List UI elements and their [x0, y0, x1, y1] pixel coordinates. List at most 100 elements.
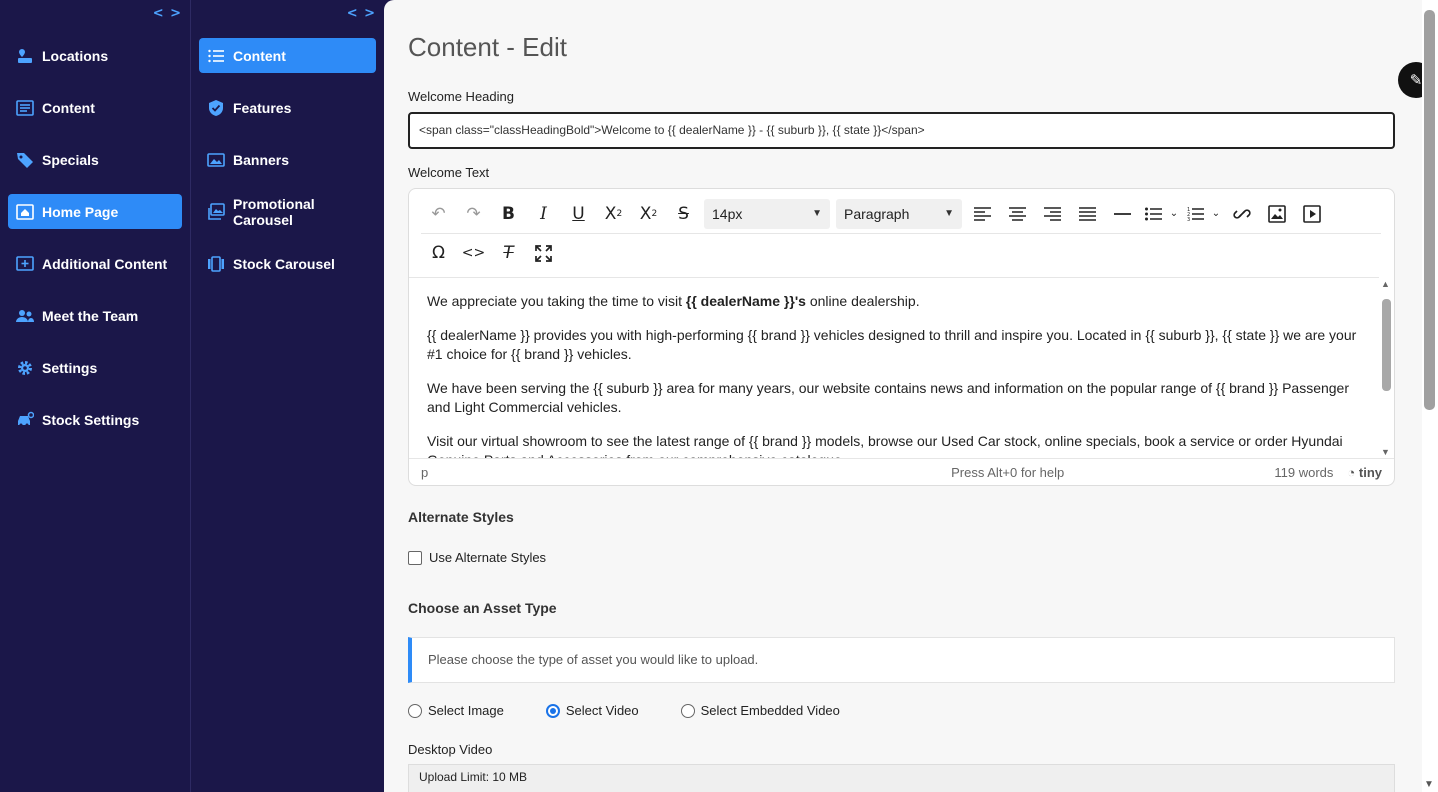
sidebar-item-label: Stock Settings — [42, 411, 140, 428]
editor-toolbar-row-1: ↶ ↷ B I U X2 X2 S 14px ▼ Paragraph ▼ ⌄ 1… — [409, 194, 1329, 233]
subnav-item-banners[interactable]: Banners — [199, 142, 376, 177]
insert-image-icon[interactable] — [1259, 197, 1294, 231]
car-settings-icon — [16, 411, 34, 429]
subnav-item-label: Banners — [233, 151, 290, 168]
sidebar-item-settings[interactable]: Settings — [8, 350, 182, 385]
word-count[interactable]: 119 words — [1274, 465, 1333, 480]
tiny-logo[interactable]: ◔ tiny — [1347, 465, 1382, 480]
desktop-video-label: Desktop Video — [408, 742, 493, 757]
asset-type-radio-group: Select Image Select Video Select Embedde… — [408, 703, 882, 718]
asset-info-alert: Please choose the type of asset you woul… — [408, 637, 1395, 683]
shield-check-icon — [207, 99, 225, 117]
superscript-icon[interactable]: X2 — [596, 197, 631, 231]
editor-content-area[interactable]: We appreciate you taking the time to vis… — [409, 277, 1379, 459]
fullscreen-icon[interactable] — [526, 236, 561, 270]
main-panel: Content - Edit Welcome Heading <span cla… — [384, 0, 1422, 792]
tag-icon — [16, 151, 34, 169]
block-format-select[interactable]: Paragraph ▼ — [836, 198, 962, 229]
editor-toolbar-row-2: Ω <> T — [421, 233, 1381, 272]
editor-paragraph: {{ dealerName }} provides you with high-… — [427, 327, 1357, 362]
editor-scroll-thumb[interactable] — [1382, 299, 1391, 391]
welcome-heading-label: Welcome Heading — [408, 89, 514, 104]
page-title: Content - Edit — [408, 32, 567, 62]
list-icon — [207, 47, 225, 65]
subnav-item-label: Promotional Carousel — [233, 195, 315, 228]
editor-statusbar: p Press Alt+0 for help 119 words ◔ tiny — [409, 458, 1394, 485]
subnav-collapse-toggle[interactable]: < > — [347, 6, 376, 21]
checkbox-box[interactable] — [408, 550, 422, 565]
page-scrollbar[interactable]: ▼ — [1422, 0, 1438, 792]
welcome-heading-input[interactable]: <span class="classHeadingBold">Welcome t… — [408, 112, 1395, 149]
use-alternate-styles-checkbox[interactable]: Use Alternate Styles — [408, 550, 546, 565]
radio-select-image[interactable]: Select Image — [408, 703, 504, 718]
sidebar-item-label: Meet the Team — [42, 307, 139, 324]
pen-icon: ✎ — [1409, 72, 1422, 89]
italic-icon[interactable]: I — [526, 197, 561, 231]
radio-select-video[interactable]: Select Video — [545, 703, 639, 718]
sidebar-item-stock-settings[interactable]: Stock Settings — [8, 402, 182, 437]
subnav-item-content[interactable]: Content — [199, 38, 376, 73]
strikethrough-icon[interactable]: S — [666, 197, 701, 231]
scroll-up-icon[interactable]: ▲ — [1381, 279, 1390, 289]
subnav-item-promotional-carousel[interactable]: Promotional Carousel — [199, 194, 376, 229]
sidebar-item-meet-the-team[interactable]: Meet the Team — [8, 298, 182, 333]
source-code-icon[interactable]: <> — [456, 236, 491, 270]
sidebar-item-locations[interactable]: Locations — [8, 38, 182, 73]
sidebar-collapse-toggle[interactable]: < > — [153, 6, 182, 21]
tiny-brand-text: tiny — [1358, 464, 1382, 480]
sidebar-item-additional-content[interactable]: Additional Content — [8, 246, 182, 281]
subnav-item-features[interactable]: Features — [199, 90, 376, 125]
sidebar-item-label: Home Page — [42, 203, 119, 220]
image-icon — [207, 151, 225, 169]
home-icon — [16, 203, 34, 221]
scroll-down-icon[interactable]: ▼ — [1424, 779, 1434, 790]
editor-scrollbar[interactable]: ▲ ▼ — [1378, 277, 1394, 459]
subscript-icon[interactable]: X2 — [631, 197, 666, 231]
font-size-select[interactable]: 14px ▼ — [704, 198, 830, 229]
align-right-icon[interactable] — [1035, 197, 1070, 231]
underline-icon[interactable]: U — [561, 197, 596, 231]
align-left-icon[interactable] — [965, 197, 1000, 231]
subnav-item-label: Features — [233, 99, 292, 116]
radio-circle[interactable] — [545, 703, 560, 718]
alternate-styles-title: Alternate Styles — [408, 509, 514, 525]
bullet-list-icon[interactable] — [1140, 197, 1166, 231]
sidebar-item-label: Additional Content — [42, 255, 168, 272]
align-center-icon[interactable] — [1000, 197, 1035, 231]
insert-media-icon[interactable] — [1294, 197, 1329, 231]
numbered-list-icon[interactable]: 123 — [1182, 197, 1208, 231]
chevron-down-icon: ▼ — [812, 208, 822, 219]
scroll-down-icon[interactable]: ▼ — [1381, 447, 1390, 457]
chevron-down-icon: ▼ — [944, 208, 954, 219]
link-icon[interactable] — [1224, 197, 1259, 231]
chevron-down-icon[interactable]: ⌄ — [1208, 197, 1224, 231]
content-list-icon — [16, 99, 34, 117]
horizontal-rule-icon[interactable] — [1105, 197, 1140, 231]
block-format-value: Paragraph — [844, 205, 910, 222]
bold-icon[interactable]: B — [491, 197, 526, 231]
redo-icon[interactable]: ↷ — [456, 197, 491, 231]
undo-icon[interactable]: ↶ — [421, 197, 456, 231]
sidebar-item-content[interactable]: Content — [8, 90, 182, 125]
sidebar-item-specials[interactable]: Specials — [8, 142, 182, 177]
subnav-item-stock-carousel[interactable]: Stock Carousel — [199, 246, 376, 281]
chevron-down-icon[interactable]: ⌄ — [1166, 197, 1182, 231]
checkbox-label: Use Alternate Styles — [429, 550, 547, 565]
radio-select-embedded-video[interactable]: Select Embedded Video — [680, 703, 840, 718]
radio-circle[interactable] — [680, 703, 695, 718]
primary-sidebar: < > Locations Content Specials Home Page — [0, 0, 191, 792]
sidebar-item-label: Settings — [42, 359, 98, 376]
page-scroll-thumb[interactable] — [1424, 10, 1435, 410]
asset-type-title: Choose an Asset Type — [408, 600, 557, 616]
element-path[interactable]: p — [421, 465, 741, 480]
radio-circle[interactable] — [408, 703, 422, 718]
font-size-value: 14px — [712, 205, 743, 222]
sidebar-item-home-page[interactable]: Home Page — [8, 194, 182, 229]
radio-label: Select Image — [428, 703, 504, 718]
clear-formatting-icon[interactable]: T — [491, 236, 526, 270]
svg-text:3: 3 — [1187, 217, 1190, 221]
paragraph-text: We appreciate you taking the time to vis… — [427, 293, 686, 309]
special-character-icon[interactable]: Ω — [421, 236, 456, 270]
edit-pen-button[interactable]: ✎ — [1398, 62, 1422, 98]
align-justify-icon[interactable] — [1070, 197, 1105, 231]
